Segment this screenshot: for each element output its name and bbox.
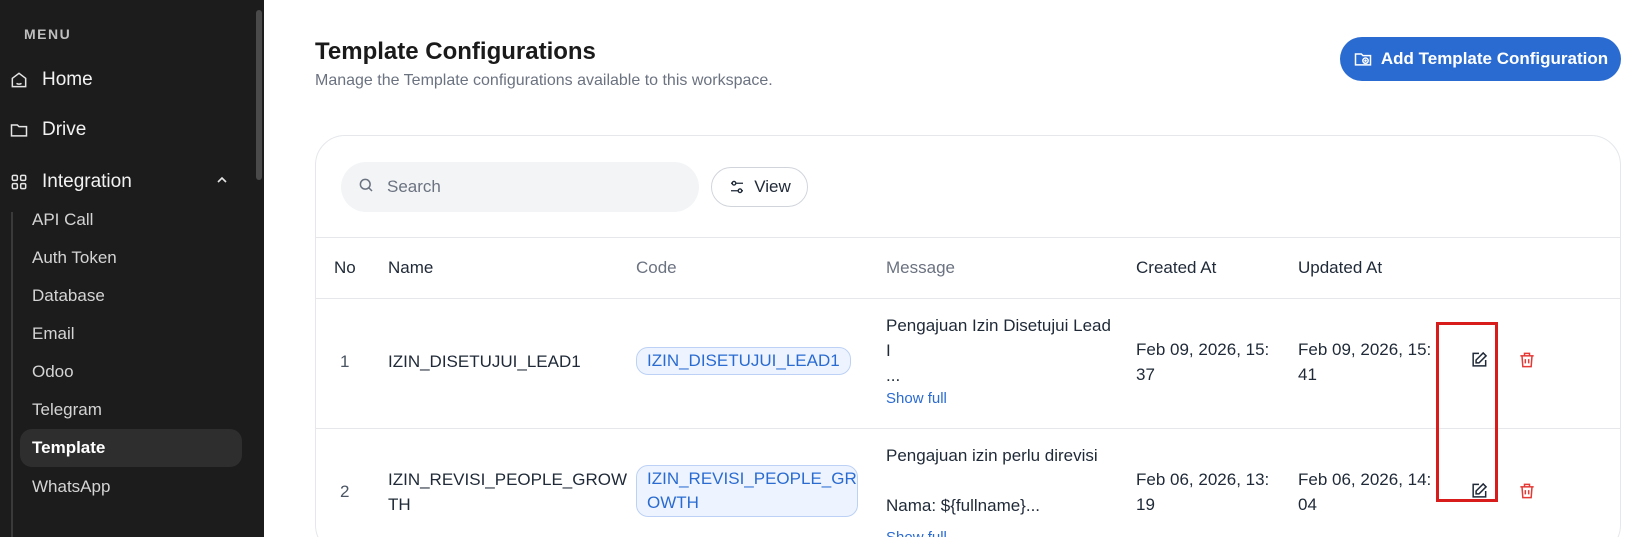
row-message-blank-line	[886, 468, 1116, 493]
main-content: Template Configurations Manage the Templ…	[264, 0, 1640, 537]
row-created-at-line: Feb 09, 2026, 15:	[1136, 340, 1270, 359]
row-code-line: OWTH	[647, 493, 699, 512]
row-created-at-line: 19	[1136, 495, 1155, 514]
row-created-at-line: Feb 06, 2026, 13:	[1136, 470, 1270, 489]
row-created-at: Feb 06, 2026, 13: 19	[1136, 467, 1269, 517]
row-code-line: IZIN_REVISI_PEOPLE_GR	[647, 469, 857, 488]
sidebar-item-database[interactable]: Database	[20, 277, 242, 315]
view-button[interactable]: View	[711, 167, 808, 207]
column-header-no[interactable]: No	[334, 258, 356, 278]
column-header-created-at[interactable]: Created At	[1136, 258, 1216, 278]
row-name: IZIN_REVISI_PEOPLE_GROW TH	[388, 467, 627, 517]
row-message-line: Nama: ${fullname}...	[886, 496, 1041, 515]
folder-icon	[8, 119, 30, 141]
row-message-line: Pengajuan izin perlu direvisi	[886, 446, 1098, 465]
sidebar-item-auth-token[interactable]: Auth Token	[20, 239, 242, 277]
nav-integration-label: Integration	[42, 171, 132, 192]
add-template-configuration-button[interactable]: Add Template Configuration	[1340, 37, 1621, 81]
folder-add-icon	[1353, 49, 1373, 69]
sidebar-item-api-call[interactable]: API Call	[20, 201, 242, 239]
submenu-guide-line	[11, 212, 13, 537]
nav-drive-label: Drive	[42, 119, 87, 140]
sidebar: MENU Home Drive Integration API Call Aut…	[0, 0, 264, 537]
trash-icon[interactable]	[1513, 477, 1541, 505]
sidebar-item-telegram[interactable]: Telegram	[20, 391, 242, 429]
search-icon	[357, 176, 375, 199]
row-created-at: Feb 09, 2026, 15: 37	[1136, 337, 1269, 387]
row-updated-at: Feb 09, 2026, 15: 41	[1298, 337, 1431, 387]
nav-integration[interactable]: Integration	[8, 162, 230, 202]
edit-column-highlight-box	[1436, 322, 1498, 502]
row-created-at-line: 37	[1136, 365, 1155, 384]
page-subtitle: Manage the Template configurations avail…	[315, 72, 773, 89]
sidebar-scrollbar-thumb[interactable]	[256, 10, 262, 180]
nav-home-label: Home	[42, 69, 93, 90]
row-updated-at-line: Feb 09, 2026, 15:	[1298, 340, 1432, 359]
sidebar-item-email[interactable]: Email	[20, 315, 242, 353]
nav-home[interactable]: Home	[8, 60, 93, 100]
row-name-line: IZIN_REVISI_PEOPLE_GROW	[388, 470, 628, 489]
row-message-line: Pengajuan Izin Disetujui Lead	[886, 316, 1111, 335]
row-number: 2	[340, 482, 350, 501]
home-icon	[8, 69, 30, 91]
chevron-up-icon	[214, 172, 230, 194]
menu-heading: MENU	[24, 26, 72, 42]
column-header-message[interactable]: Message	[886, 258, 955, 278]
row-updated-at-line: 41	[1298, 365, 1317, 384]
sidebar-item-odoo[interactable]: Odoo	[20, 353, 242, 391]
row-name-line: TH	[388, 495, 411, 514]
row-updated-at-line: 04	[1298, 495, 1317, 514]
column-header-name[interactable]: Name	[388, 258, 433, 278]
table-card: View No Name Code Message Created At Upd…	[315, 135, 1621, 537]
row-updated-at-line: Feb 06, 2026, 14:	[1298, 470, 1432, 489]
page-title: Template Configurations	[315, 38, 596, 65]
table-row: 1 IZIN_DISETUJUI_LEAD1 IZIN_DISETUJUI_LE…	[316, 299, 1620, 429]
row-updated-at: Feb 06, 2026, 14: 04	[1298, 467, 1431, 517]
view-button-label: View	[754, 177, 791, 196]
sliders-icon	[728, 178, 746, 196]
column-header-updated-at[interactable]: Updated At	[1298, 258, 1382, 278]
search-input[interactable]	[387, 177, 667, 197]
row-code-badge: IZIN_DISETUJUI_LEAD1	[636, 347, 851, 375]
column-header-code[interactable]: Code	[636, 258, 677, 278]
sidebar-item-whatsapp[interactable]: WhatsApp	[20, 468, 242, 506]
row-message-line: I	[886, 341, 891, 360]
sidebar-item-template[interactable]: Template	[20, 429, 242, 467]
row-message: Pengajuan Izin Disetujui Lead I ...	[886, 313, 1116, 388]
show-full-link[interactable]: Show full	[886, 390, 947, 407]
row-number: 1	[340, 352, 350, 371]
add-button-label: Add Template Configuration	[1380, 49, 1609, 68]
table-row: 2 IZIN_REVISI_PEOPLE_GROW TH IZIN_REVISI…	[316, 429, 1620, 537]
table-header: No Name Code Message Created At Updated …	[316, 237, 1620, 299]
show-full-link[interactable]: Show full	[886, 529, 947, 537]
row-name: IZIN_DISETUJUI_LEAD1	[388, 352, 581, 371]
row-message: Pengajuan izin perlu direvisi Nama: ${fu…	[886, 443, 1116, 518]
trash-icon[interactable]	[1513, 346, 1541, 374]
nav-drive[interactable]: Drive	[8, 110, 86, 150]
search-box[interactable]	[341, 162, 699, 212]
grid-icon	[8, 171, 30, 193]
row-code-badge: IZIN_REVISI_PEOPLE_GR OWTH	[636, 465, 858, 517]
row-message-line: ...	[886, 366, 901, 385]
